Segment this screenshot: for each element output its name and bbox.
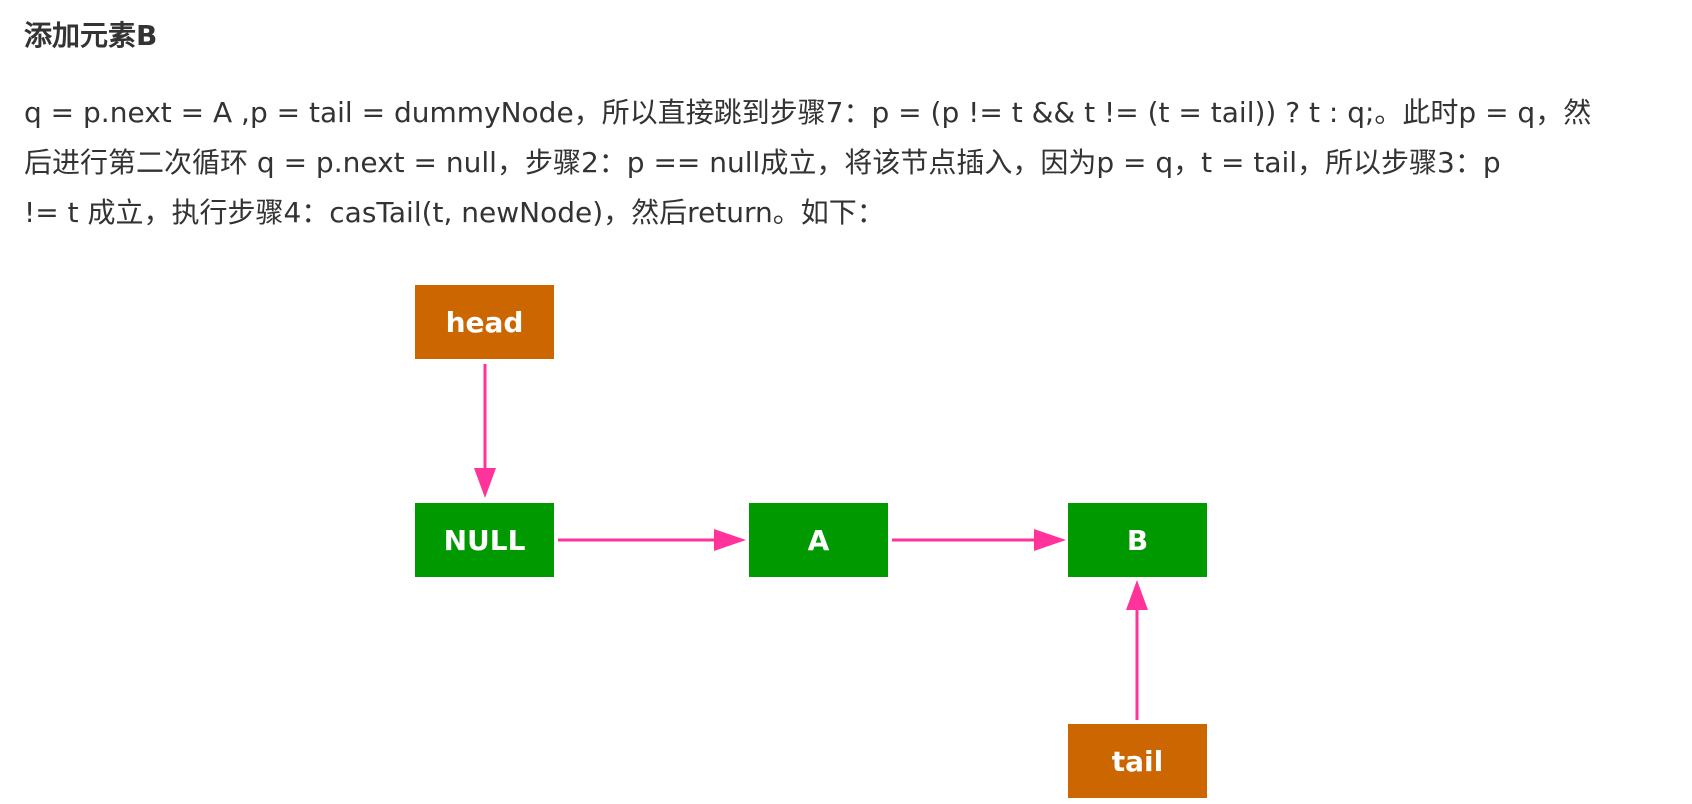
node-null-label: NULL [444, 524, 526, 557]
pointer-tail: tail [1068, 724, 1207, 798]
pointer-tail-label: tail [1112, 745, 1163, 778]
node-b-label: B [1127, 524, 1148, 557]
node-a: A [749, 503, 888, 577]
linked-list-diagram: head tail NULL A B [415, 285, 1207, 798]
edge-null-to-a-arrowhead [714, 529, 746, 551]
pointer-head-label: head [446, 306, 524, 339]
edge-head-to-null-arrowhead [474, 468, 496, 498]
node-null: NULL [415, 503, 554, 577]
edge-tail-to-b-arrowhead [1126, 580, 1148, 610]
node-a-label: A [808, 524, 830, 557]
node-b: B [1068, 503, 1207, 577]
edge-a-to-b-arrowhead [1034, 529, 1066, 551]
pointer-head: head [415, 285, 554, 359]
